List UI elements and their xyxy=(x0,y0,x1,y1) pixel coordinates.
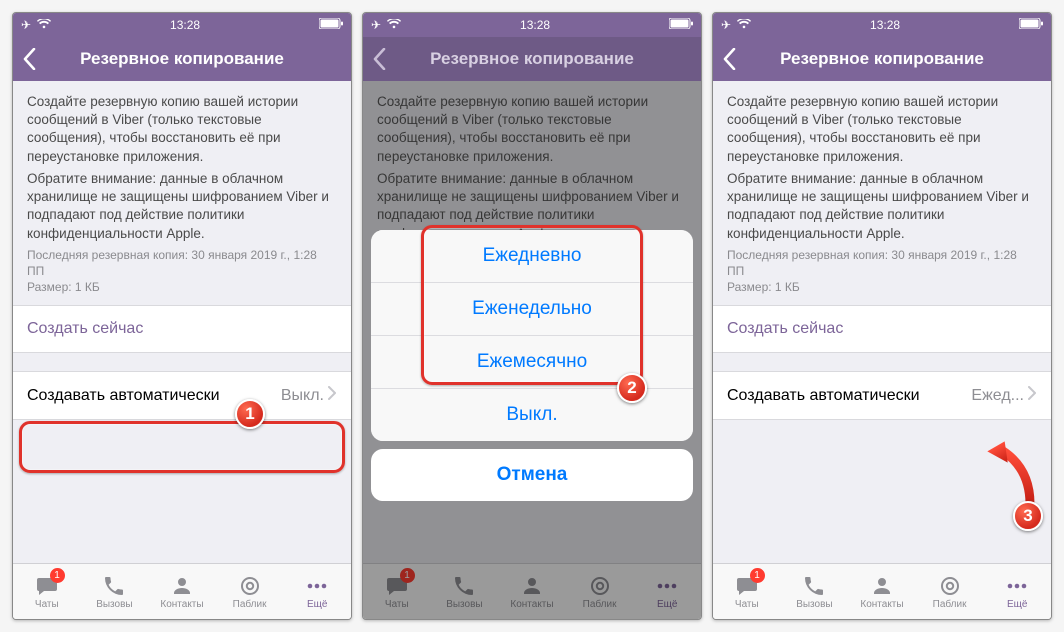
nav-bar: Резервное копирование xyxy=(713,37,1051,81)
tab-public-label: Паблик xyxy=(933,599,967,610)
tab-contacts[interactable]: Контакты xyxy=(848,564,916,619)
tab-contacts-label: Контакты xyxy=(510,599,553,610)
tab-more-label: Ещё xyxy=(1007,599,1027,610)
content: Создайте резервную копию вашей истории с… xyxy=(713,81,1051,563)
tab-contacts-label: Контакты xyxy=(160,599,203,610)
tab-contacts[interactable]: Контакты xyxy=(148,564,216,619)
tab-more-label: Ещё xyxy=(657,599,677,610)
nav-bar: Резервное копирование xyxy=(363,37,701,81)
tab-bar: 1 Чаты Вызовы Контакты Паблик Ещё xyxy=(13,563,351,619)
screen-2: ✈︎ 13:28 Резервное копирование Создайте … xyxy=(362,12,702,620)
action-sheet: Ежедневно Еженедельно Ежемесячно Выкл. О… xyxy=(371,230,693,501)
status-time: 13:28 xyxy=(520,18,550,32)
tab-calls[interactable]: Вызовы xyxy=(781,564,849,619)
battery-icon xyxy=(319,18,343,32)
page-title: Резервное копирование xyxy=(23,49,341,69)
chats-badge: 1 xyxy=(400,568,415,583)
description-p2: Обратите внимание: данные в облачном хра… xyxy=(27,170,337,243)
auto-backup-value: Ежед... xyxy=(971,387,1024,405)
sheet-option-weekly[interactable]: Еженедельно xyxy=(371,283,693,336)
tab-public[interactable]: Паблик xyxy=(566,564,634,619)
airplane-icon: ✈︎ xyxy=(371,18,381,32)
tab-public-label: Паблик xyxy=(233,599,267,610)
status-time: 13:28 xyxy=(870,18,900,32)
tab-chats[interactable]: 1 Чаты xyxy=(713,564,781,619)
backup-now-label: Создать сейчас xyxy=(727,320,843,338)
tab-more[interactable]: Ещё xyxy=(283,564,351,619)
tab-calls-label: Вызовы xyxy=(796,599,832,610)
nav-bar: Резервное копирование xyxy=(13,37,351,81)
backup-size: Размер: 1 КБ xyxy=(27,279,337,295)
callout-arrow-3 xyxy=(985,439,1045,509)
backup-now-cell[interactable]: Создать сейчас xyxy=(713,305,1051,353)
wifi-icon xyxy=(37,18,51,32)
wifi-icon xyxy=(737,18,751,32)
auto-backup-value: Выкл. xyxy=(281,387,324,405)
tab-calls-label: Вызовы xyxy=(446,599,482,610)
tab-more-label: Ещё xyxy=(307,599,327,610)
page-title: Резервное копирование xyxy=(723,49,1041,69)
callout-number-3: 3 xyxy=(1013,501,1043,531)
content: Создайте резервную копию вашей истории с… xyxy=(363,81,701,563)
tab-public[interactable]: Паблик xyxy=(916,564,984,619)
chats-badge: 1 xyxy=(750,568,765,583)
tab-contacts[interactable]: Контакты xyxy=(498,564,566,619)
battery-icon xyxy=(1019,18,1043,32)
description-p1: Создайте резервную копию вашей истории с… xyxy=(27,93,337,166)
tab-chats-label: Чаты xyxy=(735,599,759,610)
last-backup: Последняя резервная копия: 30 января 201… xyxy=(27,247,337,279)
tab-more[interactable]: Ещё xyxy=(633,564,701,619)
description: Создайте резервную копию вашей истории с… xyxy=(13,81,351,247)
status-bar: ✈︎ 13:28 xyxy=(363,13,701,37)
sheet-cancel-button[interactable]: Отмена xyxy=(371,449,693,501)
tab-calls[interactable]: Вызовы xyxy=(431,564,499,619)
battery-icon xyxy=(669,18,693,32)
auto-backup-label: Создавать автоматически xyxy=(727,387,920,405)
auto-backup-cell[interactable]: Создавать автоматически Ежед... xyxy=(713,371,1051,420)
chats-badge: 1 xyxy=(50,568,65,583)
tab-bar: 1 Чаты Вызовы Контакты Паблик Ещё xyxy=(363,563,701,619)
auto-backup-label: Создавать автоматически xyxy=(27,387,220,405)
status-bar: ✈︎ 13:28 xyxy=(13,13,351,37)
tab-chats[interactable]: 1 Чаты xyxy=(13,564,81,619)
status-time: 13:28 xyxy=(170,18,200,32)
backup-meta: Последняя резервная копия: 30 января 201… xyxy=(713,247,1051,306)
sheet-option-off[interactable]: Выкл. xyxy=(371,389,693,441)
backup-meta: Последняя резервная копия: 30 января 201… xyxy=(13,247,351,306)
wifi-icon xyxy=(387,18,401,32)
tab-calls-label: Вызовы xyxy=(96,599,132,610)
screen-1: ✈︎ 13:28 Резервное копирование Создайте … xyxy=(12,12,352,620)
sheet-options: Ежедневно Еженедельно Ежемесячно Выкл. xyxy=(371,230,693,441)
callout-highlight-1 xyxy=(19,421,345,473)
airplane-icon: ✈︎ xyxy=(21,18,31,32)
sheet-option-daily[interactable]: Ежедневно xyxy=(371,230,693,283)
chevron-right-icon xyxy=(328,386,337,405)
tab-public-label: Паблик xyxy=(583,599,617,610)
tab-contacts-label: Контакты xyxy=(860,599,903,610)
content: Создайте резервную копию вашей истории с… xyxy=(13,81,351,563)
tab-more[interactable]: Ещё xyxy=(983,564,1051,619)
backup-size: Размер: 1 КБ xyxy=(727,279,1037,295)
auto-backup-cell[interactable]: Создавать автоматически Выкл. xyxy=(13,371,351,420)
backup-now-label: Создать сейчас xyxy=(27,320,143,338)
description: Создайте резервную копию вашей истории с… xyxy=(713,81,1051,247)
status-bar: ✈︎ 13:28 xyxy=(713,13,1051,37)
sheet-option-monthly[interactable]: Ежемесячно xyxy=(371,336,693,389)
screen-3: ✈︎ 13:28 Резервное копирование Создайте … xyxy=(712,12,1052,620)
last-backup: Последняя резервная копия: 30 января 201… xyxy=(727,247,1037,279)
tab-calls[interactable]: Вызовы xyxy=(81,564,149,619)
tab-chats[interactable]: 1 Чаты xyxy=(363,564,431,619)
tab-chats-label: Чаты xyxy=(385,599,409,610)
description-p2: Обратите внимание: данные в облачном хра… xyxy=(727,170,1037,243)
tab-public[interactable]: Паблик xyxy=(216,564,284,619)
backup-now-cell[interactable]: Создать сейчас xyxy=(13,305,351,353)
chevron-right-icon xyxy=(1028,386,1037,405)
airplane-icon: ✈︎ xyxy=(721,18,731,32)
description-p1: Создайте резервную копию вашей истории с… xyxy=(727,93,1037,166)
tab-chats-label: Чаты xyxy=(35,599,59,610)
tab-bar: 1 Чаты Вызовы Контакты Паблик Ещё xyxy=(713,563,1051,619)
page-title: Резервное копирование xyxy=(373,49,691,69)
